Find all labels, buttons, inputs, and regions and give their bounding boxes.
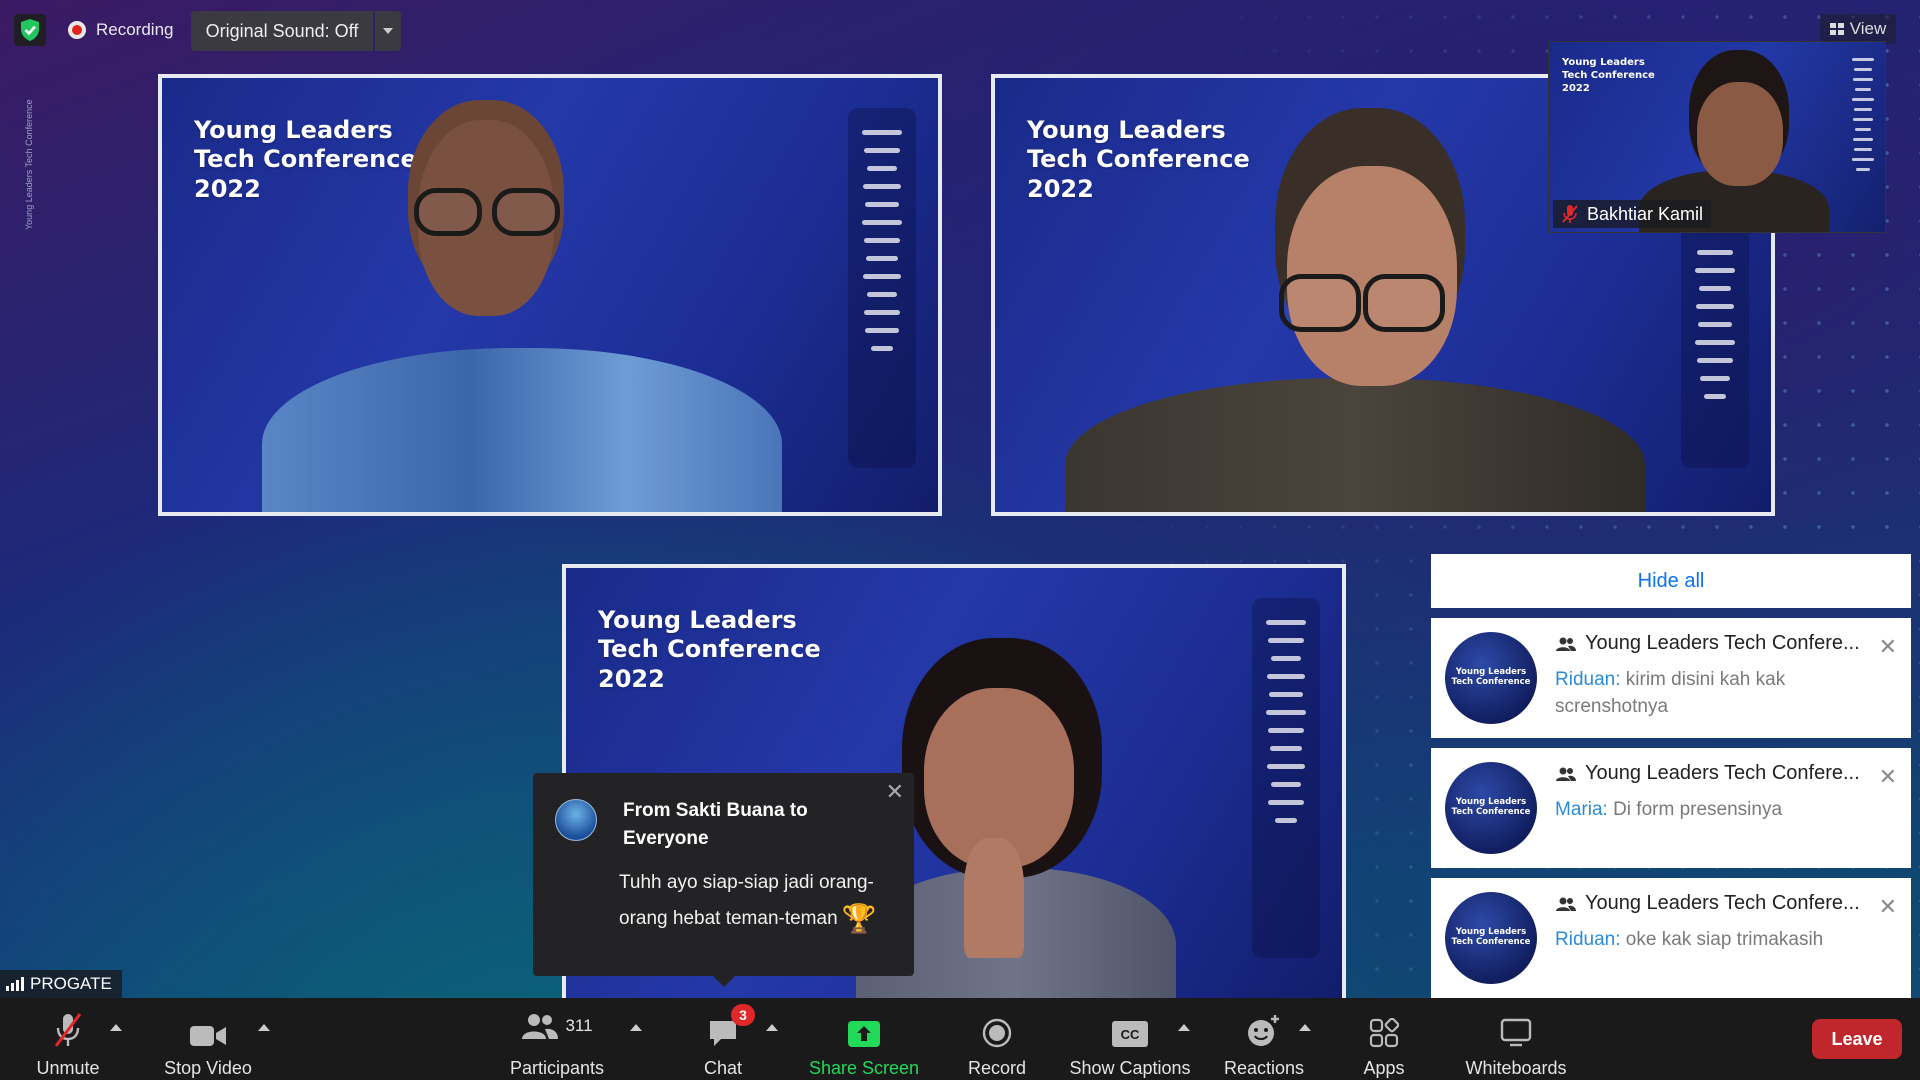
- meeting-avatar: Young Leaders Tech Conference: [1445, 632, 1537, 724]
- meeting-avatar: Young Leaders Tech Conference: [1445, 892, 1537, 984]
- chat-preview-sender: From Sakti Buana to Everyone: [623, 800, 808, 849]
- unmute-label: Unmute: [36, 1058, 100, 1078]
- notification-message: Maria: Di form presensinya: [1555, 796, 1865, 823]
- video-tile-1[interactable]: Young Leaders Tech Conference 2022: [158, 74, 942, 516]
- active-speaker-tag: PROGATE: [0, 970, 122, 998]
- share-screen-label: Share Screen: [808, 1058, 920, 1078]
- notification-sender: Maria:: [1555, 799, 1608, 820]
- grid-view-icon: [1829, 23, 1844, 35]
- security-shield-icon[interactable]: [14, 14, 46, 46]
- microphone-muted-icon: [1562, 205, 1578, 223]
- notification-message: Riduan: kirim disini kah kak screnshotny…: [1555, 666, 1865, 720]
- whiteboard-icon: [1500, 1018, 1532, 1047]
- reactions-emoji-icon: [1248, 1015, 1279, 1046]
- meeting-avatar: Young Leaders Tech Conference: [1445, 762, 1537, 854]
- share-screen-icon: [848, 1021, 880, 1047]
- self-view-video[interactable]: Young Leaders Tech Conference 2022 Bakht…: [1548, 41, 1886, 233]
- notification-text: oke kak siap trimakasih: [1625, 929, 1824, 950]
- active-speaker-name: PROGATE: [30, 974, 112, 993]
- stop-video-label: Stop Video: [164, 1058, 252, 1078]
- chat-notification[interactable]: Young Leaders Tech Conference Young Leade…: [1431, 878, 1911, 998]
- original-sound-dropdown[interactable]: [375, 11, 401, 51]
- notification-title-text: Young Leaders Tech Confere...: [1585, 892, 1860, 914]
- show-captions-button[interactable]: CC Show Captions: [1066, 998, 1194, 1080]
- group-chat-icon: [1556, 637, 1576, 651]
- whiteboards-button[interactable]: Whiteboards: [1458, 998, 1574, 1080]
- record-button[interactable]: Record: [958, 998, 1036, 1080]
- meeting-toolbar: Unmute Stop Video 311 Participants 3 Cha…: [0, 998, 1920, 1080]
- chat-preview-message: Tuhh ayo siap-siap jadi orang-orang heba…: [619, 865, 909, 937]
- sender-avatar: [555, 799, 597, 841]
- record-label: Record: [967, 1058, 1027, 1078]
- audio-options-caret[interactable]: [110, 1024, 122, 1031]
- chat-notification[interactable]: Young Leaders Tech Conference Young Leade…: [1431, 748, 1911, 868]
- notification-title-text: Young Leaders Tech Confere...: [1585, 632, 1860, 654]
- avatar-line-2: Tech Conference: [1451, 807, 1531, 817]
- participants-button[interactable]: 311 Participants: [500, 998, 614, 1080]
- close-notification-icon[interactable]: ✕: [1879, 636, 1897, 658]
- group-chat-icon: [1556, 897, 1576, 911]
- avatar-line-2: Tech Conference: [1451, 937, 1531, 947]
- avatar-line-2: Tech Conference: [1451, 677, 1531, 687]
- notification-title: Young Leaders Tech Confere...: [1555, 632, 1875, 655]
- view-button[interactable]: View: [1820, 14, 1896, 44]
- participant-video: [162, 78, 938, 512]
- stop-video-button[interactable]: Stop Video: [156, 998, 260, 1080]
- microphone-muted-icon: [54, 1013, 82, 1047]
- apps-icon: [1369, 1018, 1399, 1048]
- close-popup-icon[interactable]: ✕: [886, 779, 904, 805]
- apps-button[interactable]: Apps: [1356, 998, 1412, 1080]
- chevron-down-icon: [383, 28, 393, 34]
- chat-preview-popup[interactable]: From Sakti Buana to Everyone ✕ Tuhh ayo …: [533, 773, 914, 987]
- self-view-name: Bakhtiar Kamil: [1587, 203, 1704, 224]
- close-notification-icon[interactable]: ✕: [1879, 766, 1897, 788]
- chat-button[interactable]: 3 Chat: [692, 998, 755, 1080]
- leave-meeting-button[interactable]: Leave: [1812, 1019, 1902, 1059]
- reactions-button[interactable]: Reactions: [1222, 998, 1306, 1080]
- unmute-button[interactable]: Unmute: [28, 998, 108, 1080]
- hide-all-notifications-button[interactable]: Hide all: [1431, 554, 1911, 608]
- original-sound-button[interactable]: Original Sound: Off: [191, 11, 373, 51]
- vertical-watermark: Young Leaders Tech Conference: [24, 99, 34, 230]
- view-label: View: [1849, 19, 1887, 38]
- participants-count: 311: [565, 1016, 593, 1035]
- participants-icon: [522, 1014, 559, 1039]
- reactions-label: Reactions: [1223, 1058, 1305, 1078]
- self-view-nameplate: Bakhtiar Kamil: [1553, 200, 1712, 228]
- chat-label: Chat: [703, 1058, 743, 1078]
- signal-strength-icon: [6, 977, 24, 991]
- chat-preview-text: Tuhh ayo siap-siap jadi orang-orang heba…: [619, 872, 874, 930]
- recording-label: Recording: [96, 20, 174, 39]
- recording-indicator[interactable]: Recording: [68, 20, 174, 40]
- svg-text:CC: CC: [1121, 1027, 1140, 1042]
- recording-icon: [68, 21, 86, 39]
- notification-text: Di form presensinya: [1613, 799, 1783, 820]
- notification-sender: Riduan:: [1555, 669, 1621, 690]
- captions-options-caret[interactable]: [1178, 1024, 1190, 1031]
- reactions-options-caret[interactable]: [1299, 1024, 1311, 1031]
- notification-sender: Riduan:: [1555, 929, 1621, 950]
- close-notification-icon[interactable]: ✕: [1879, 896, 1897, 918]
- share-screen-button[interactable]: Share Screen: [808, 998, 920, 1080]
- notification-title-text: Young Leaders Tech Confere...: [1585, 762, 1860, 784]
- video-options-caret[interactable]: [258, 1024, 270, 1031]
- closed-captions-icon: CC: [1112, 1021, 1148, 1047]
- notification-message: Riduan: oke kak siap trimakasih: [1555, 926, 1865, 953]
- show-captions-label: Show Captions: [1069, 1058, 1191, 1078]
- notification-title: Young Leaders Tech Confere...: [1555, 762, 1875, 785]
- group-chat-icon: [1556, 767, 1576, 781]
- apps-label: Apps: [1363, 1058, 1405, 1078]
- video-camera-icon: [190, 1026, 226, 1046]
- chat-notification[interactable]: Young Leaders Tech Conference Young Leade…: [1431, 618, 1911, 738]
- trophy-icon: 🏆: [841, 903, 877, 934]
- participants-label: Participants: [509, 1058, 605, 1078]
- chat-options-caret[interactable]: [766, 1024, 778, 1031]
- participants-options-caret[interactable]: [630, 1024, 642, 1031]
- chat-unread-badge: 3: [731, 1004, 755, 1026]
- record-icon: [982, 1018, 1012, 1048]
- whiteboards-label: Whiteboards: [1465, 1058, 1567, 1078]
- notification-title: Young Leaders Tech Confere...: [1555, 892, 1875, 915]
